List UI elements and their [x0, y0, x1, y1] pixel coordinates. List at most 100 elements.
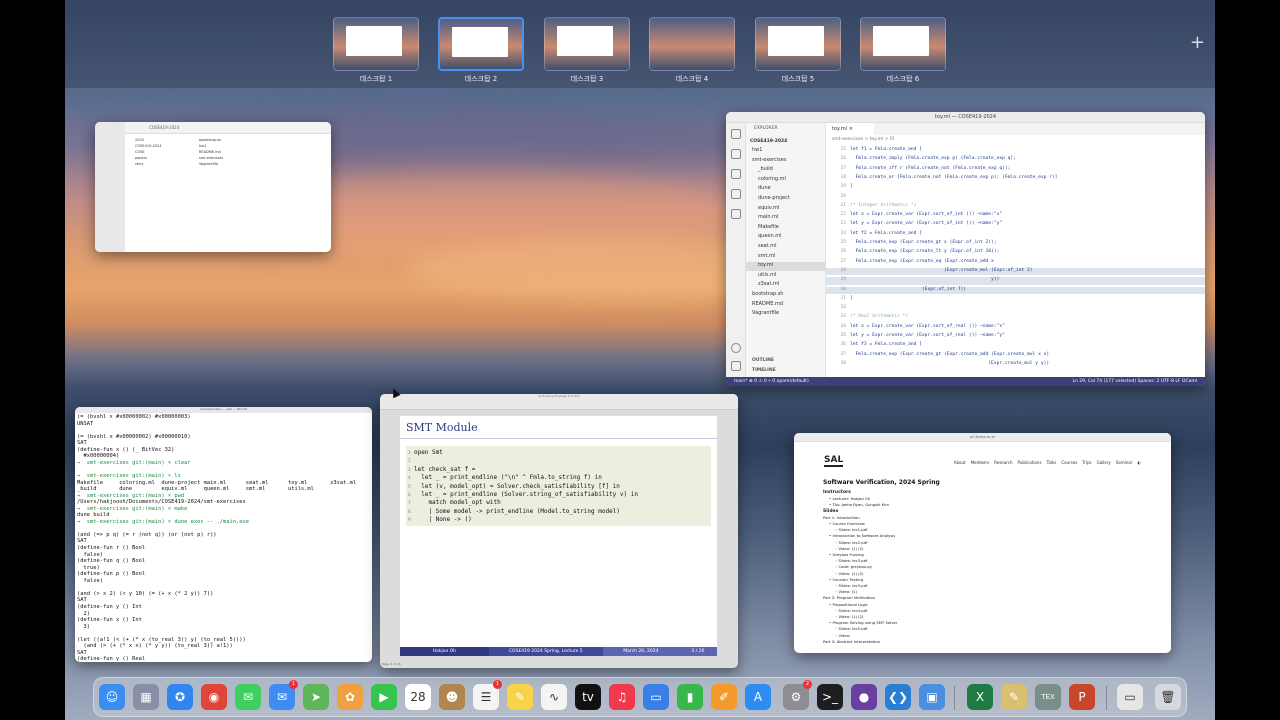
- code-line[interactable]: 32: [826, 305, 1205, 313]
- dock-trash-icon[interactable]: 🗑: [1155, 684, 1181, 710]
- nav-link[interactable]: About: [954, 460, 966, 465]
- finder-item[interactable]: hw1: [199, 144, 206, 148]
- code-line[interactable]: 18 Fmla.create_or [Fmla.create_not (Fmla…: [826, 175, 1205, 183]
- dock-github-desktop-icon[interactable]: ●: [851, 684, 877, 710]
- explorer-item[interactable]: coloring.ml: [746, 176, 826, 185]
- dock-reminders-icon[interactable]: ☰ 1: [473, 680, 502, 710]
- code-line[interactable]: 26 Fmla.create_exp (Expr.create_lt y (Ex…: [826, 249, 1205, 257]
- explorer-item[interactable]: smt.ml: [746, 253, 826, 262]
- page-text-line[interactable]: ◦ Video: (1) (2): [835, 571, 864, 576]
- dock-chrome-icon[interactable]: ◉: [201, 684, 227, 710]
- nav-link[interactable]: Courses: [1061, 460, 1077, 465]
- dock-numbers-icon[interactable]: ▮: [677, 684, 703, 710]
- safari-window[interactable]: prl.korea.ac.kr SAL About Members Research…: [794, 433, 1171, 653]
- dock-powerpoint-icon[interactable]: P: [1069, 684, 1095, 710]
- space-thumbnail-1[interactable]: [333, 17, 419, 71]
- page-text-line[interactable]: ◦ Video: (1): [835, 589, 857, 594]
- space-thumbnail-5[interactable]: [755, 17, 841, 71]
- explorer-root[interactable]: COSE419-2024: [750, 139, 787, 144]
- dock-finder-icon[interactable]: ☺: [99, 684, 125, 710]
- space-thumbnail-6[interactable]: [860, 17, 946, 71]
- explorer-item[interactable]: Makefile: [746, 224, 826, 233]
- page-text-line[interactable]: ◦ Slides: lec2.pdf: [835, 540, 867, 545]
- nav-link[interactable]: Trips: [1082, 460, 1091, 465]
- explorer-item[interactable]: seat.ml: [746, 243, 826, 252]
- code-line[interactable]: 36 let f3 = Fmla.create_and [: [826, 342, 1205, 350]
- dock-system-settings-icon[interactable]: ⚙ 2: [783, 680, 812, 710]
- dock-maps-icon[interactable]: ➤: [303, 684, 329, 710]
- tab-toy-ml[interactable]: toy.ml ×: [826, 123, 874, 135]
- code-line[interactable]: 24 let f2 = Fmla.create_and [: [826, 231, 1205, 239]
- address-bar[interactable]: prl.korea.ac.kr: [794, 433, 1171, 442]
- code-line[interactable]: 21 (* Integer Arithmetic *): [826, 203, 1205, 211]
- code-line[interactable]: 17 Fmla.create_iff r (Fmla.create_not (F…: [826, 166, 1205, 174]
- finder-item[interactable]: Vagrantfile: [199, 162, 218, 166]
- nav-link[interactable]: Research: [994, 460, 1012, 465]
- page-text-line[interactable]: ◦ Slides: lec1.pdf: [835, 527, 867, 532]
- account-icon[interactable]: [731, 343, 741, 353]
- finder-window[interactable]: COSE419-2024 2024 COSE419-2024 COSE papers r…: [95, 122, 331, 252]
- explorer-icon[interactable]: [731, 129, 741, 139]
- dock-keynote-icon[interactable]: ▭: [643, 684, 669, 710]
- nav-link[interactable]: Gallery: [1097, 460, 1111, 465]
- gear-icon[interactable]: [731, 361, 741, 371]
- explorer-item[interactable]: toy.ml: [746, 262, 826, 272]
- dock-downloads-stack-icon[interactable]: ▭: [1117, 684, 1143, 710]
- extensions-icon[interactable]: [731, 209, 741, 219]
- dock-facetime-icon[interactable]: ▶: [371, 684, 397, 710]
- status-left[interactable]: main* ⊗ 0 ⚠ 0 ⑂ 0 opam(default): [734, 377, 809, 386]
- code-line[interactable]: 27 Fmla.create_exp (Expr.create_eq (Expr…: [826, 259, 1205, 267]
- code-line[interactable]: 15 let f1 = Fmla.create_and [: [826, 147, 1205, 155]
- code-line[interactable]: 28 (Expr.create_mul (Expr.of_int 2): [826, 267, 1205, 276]
- finder-item[interactable]: README.md: [199, 150, 221, 154]
- finder-item[interactable]: bootstrap.sh: [199, 138, 221, 142]
- page-text-line[interactable]: ◦ Slides: lec5.pdf: [835, 626, 867, 631]
- timeline-section[interactable]: TIMELINE: [752, 368, 776, 373]
- source-control-icon[interactable]: [731, 169, 741, 179]
- explorer-item[interactable]: dune-project: [746, 195, 826, 204]
- nav-link[interactable]: Seminar: [1116, 460, 1133, 465]
- page-text-line[interactable]: ◦ Slides: lec3.pdf: [835, 558, 867, 563]
- search-icon[interactable]: [731, 149, 741, 159]
- explorer-item[interactable]: _build: [746, 166, 826, 175]
- dock-calendar-icon[interactable]: 28: [405, 684, 431, 710]
- explorer-item[interactable]: utils.ml: [746, 272, 826, 281]
- dock-script-editor-icon[interactable]: ✎: [1001, 684, 1027, 710]
- nav-link[interactable]: ◐: [1138, 460, 1142, 465]
- dock-pages-icon[interactable]: ✐: [711, 684, 737, 710]
- code-line[interactable]: 38 (Expr.create_mul y y)): [826, 361, 1205, 369]
- page-text-line[interactable]: ◦ Video:: [835, 633, 850, 638]
- nav-link[interactable]: Members: [971, 460, 990, 465]
- explorer-item[interactable]: queen.ml: [746, 233, 826, 242]
- explorer-item[interactable]: dune: [746, 185, 826, 194]
- code-line[interactable]: 30 (Expr.of_int 7)): [826, 286, 1205, 295]
- page-text-line[interactable]: ◦ Slides: lec3.pdf: [835, 583, 867, 588]
- finder-item[interactable]: papers: [135, 156, 147, 160]
- finder-item[interactable]: 2024: [135, 138, 144, 142]
- code-line[interactable]: 19]: [826, 184, 1205, 192]
- dock-vscode-icon[interactable]: ❮❯: [885, 684, 911, 710]
- terminal-window[interactable]: smt-exercises — -zsh — 80×24 (= (bvshl x…: [75, 407, 372, 662]
- dock-texshop-icon[interactable]: TEX: [1035, 684, 1061, 710]
- page-text-line[interactable]: ◦ Code: greybox.py: [835, 564, 872, 569]
- space-thumbnail-2[interactable]: [438, 17, 524, 71]
- page-text-line[interactable]: ◦ Video: (1) (2): [835, 546, 864, 551]
- dock-music-icon[interactable]: ♫: [609, 684, 635, 710]
- preview-window[interactable]: lec5-smt.pdf (page 3 of 26) SMT Module 1…: [380, 394, 738, 668]
- code-line[interactable]: 23 let y = Expr.create_var (Expr.sort_of_…: [826, 221, 1205, 229]
- outline-section[interactable]: OUTLINE: [752, 358, 774, 363]
- finder-item[interactable]: COSE419-2024: [135, 144, 161, 148]
- explorer-item[interactable]: README.md: [746, 301, 826, 310]
- code-line[interactable]: 16 Fmla.create_imply (Fmla.create_exp p)…: [826, 156, 1205, 164]
- code-line[interactable]: 33 (* Real Arithmetic *): [826, 314, 1205, 322]
- page-text-line[interactable]: ◦ Video: (1) (2): [835, 614, 864, 619]
- dock-contacts-icon[interactable]: ☻: [439, 684, 465, 710]
- dock-photos-icon[interactable]: ✿: [337, 684, 363, 710]
- dock-terminal-icon[interactable]: >_: [817, 684, 843, 710]
- finder-item[interactable]: COSE: [135, 150, 145, 154]
- dock-mail-icon[interactable]: ✉ 1: [269, 680, 298, 710]
- add-space-button[interactable]: +: [1190, 32, 1205, 53]
- status-right[interactable]: Ln 29, Col 74 (177 selected) Spaces: 2 U…: [1072, 377, 1197, 386]
- code-line[interactable]: 34 let x = Expr.create_var (Expr.sort_of_…: [826, 324, 1205, 332]
- breadcrumb[interactable]: smt-exercises > toy.ml > f2: [826, 135, 1205, 144]
